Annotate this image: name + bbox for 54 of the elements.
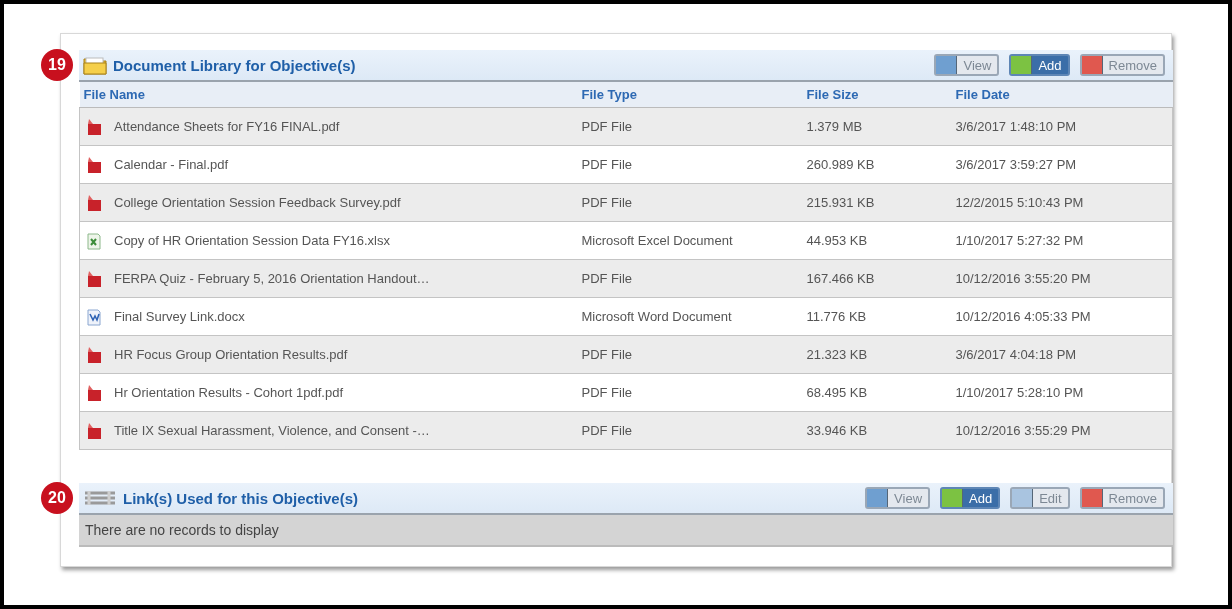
table-cell: Microsoft Excel Document (581, 233, 733, 248)
table-cell: 3/6/2017 4:04:18 PM (955, 347, 1077, 362)
links-icon (83, 489, 117, 507)
table-cell: PDF File (581, 195, 633, 210)
pdf-file-icon (86, 155, 102, 174)
document-file-icon (86, 307, 102, 326)
column-header[interactable]: File Name (83, 87, 145, 102)
table-cell: PDF File (581, 385, 633, 400)
table-cell: PDF File (581, 119, 633, 134)
file-name[interactable]: Copy of HR Orientation Session Data FY16.xlsx (114, 233, 390, 248)
pdf-file-icon (86, 117, 102, 136)
section-title: Link(s) Used for this Objective(s) (123, 489, 359, 507)
table-cell: 1.379 MB (806, 119, 863, 134)
step-badge: 20 (41, 482, 73, 514)
table-cell: 1/10/2017 5:27:32 PM (955, 233, 1084, 248)
file-name[interactable]: Calendar - Final.pdf (114, 157, 229, 172)
file-name[interactable]: Hr Orientation Results - Cohort 1pdf.pdf (114, 385, 344, 400)
column-header[interactable]: File Type (581, 87, 637, 102)
table-cell: 10/12/2016 4:05:33 PM (955, 309, 1091, 324)
table-cell: PDF File (581, 347, 633, 362)
add-button[interactable]: Add (1009, 54, 1070, 76)
table-cell: 260.989 KB (806, 157, 875, 172)
table-cell: PDF File (581, 423, 633, 438)
table-cell: 44.953 KB (806, 233, 868, 248)
pdf-file-icon (86, 345, 102, 364)
add-button[interactable]: Add (940, 487, 1001, 509)
table-cell: 21.323 KB (806, 347, 868, 362)
file-name[interactable]: Final Survey Link.docx (114, 309, 245, 324)
table-cell: Microsoft Word Document (581, 309, 732, 324)
empty-message: There are no records to display (85, 522, 279, 538)
table-cell: 3/6/2017 3:59:27 PM (955, 157, 1077, 172)
table-cell: 68.495 KB (806, 385, 868, 400)
table-cell: 10/12/2016 3:55:29 PM (955, 423, 1091, 438)
table-cell: 12/2/2015 5:10:43 PM (955, 195, 1084, 210)
table-cell: 33.946 KB (806, 423, 868, 438)
section-title: Document Library for Objective(s) (113, 56, 356, 74)
table-cell: 11.776 KB (806, 309, 867, 324)
file-name[interactable]: Attendance Sheets for FY16 FINAL.pdf (114, 119, 340, 134)
step-badge: 19 (41, 49, 73, 81)
table-cell: PDF File (581, 157, 633, 172)
table-cell: PDF File (581, 271, 633, 286)
file-name[interactable]: HR Focus Group Orientation Results.pdf (114, 347, 348, 362)
table-cell: 10/12/2016 3:55:20 PM (955, 271, 1091, 286)
table-cell: 3/6/2017 1:48:10 PM (955, 119, 1077, 134)
table-cell: 167.466 KB (806, 271, 875, 286)
pdf-file-icon (86, 193, 102, 212)
pdf-file-icon (86, 421, 102, 440)
table-cell: 1/10/2017 5:28:10 PM (955, 385, 1084, 400)
pdf-file-icon (86, 383, 102, 402)
spreadsheet-file-icon (86, 231, 102, 250)
table-cell: 215.931 KB (806, 195, 875, 210)
pdf-file-icon (86, 269, 102, 288)
folder-icon (83, 55, 107, 75)
column-header[interactable]: File Date (955, 87, 1010, 102)
